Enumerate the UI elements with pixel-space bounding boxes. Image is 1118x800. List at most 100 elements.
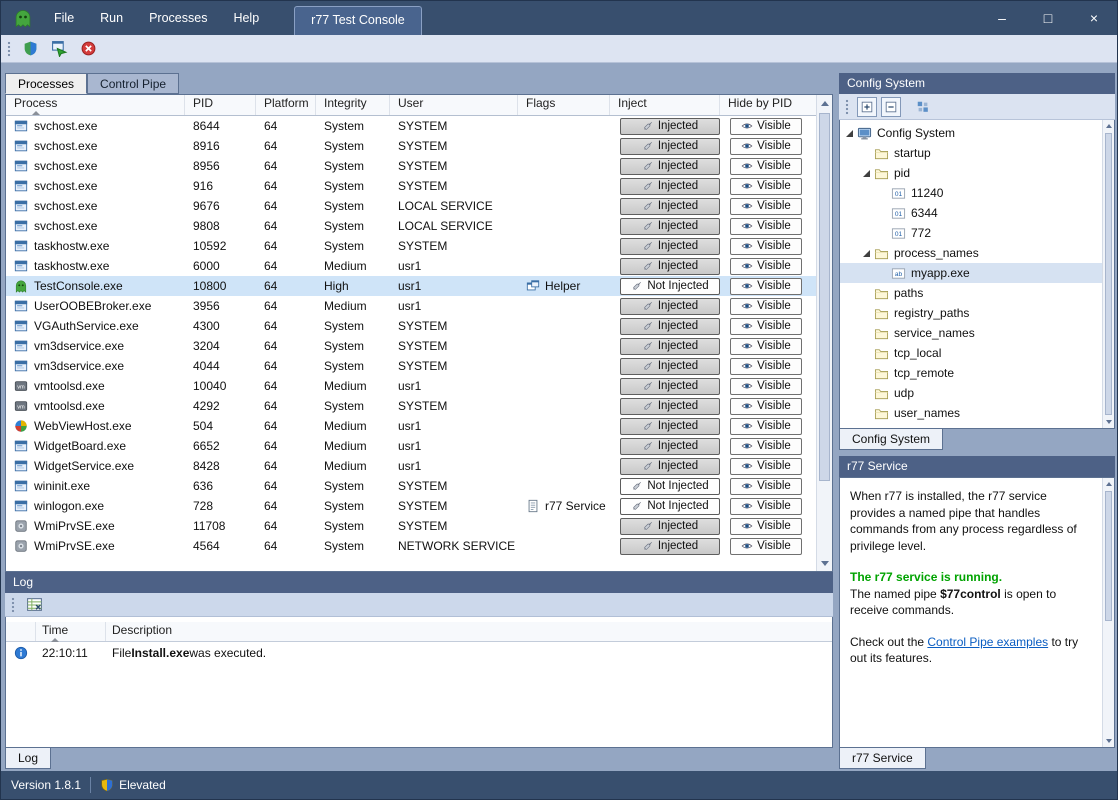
toolbar-grip[interactable] (11, 597, 15, 613)
column-header-pid[interactable]: PID (185, 95, 256, 115)
run-icon[interactable] (48, 37, 71, 60)
scroll-down-icon[interactable] (1103, 416, 1114, 428)
service-panel-scrollbar[interactable] (1102, 478, 1114, 747)
process-table-scrollbar[interactable] (816, 95, 832, 571)
tree-item-user-names[interactable]: user_names (840, 403, 1102, 423)
inject-toggle-button[interactable]: Injected (620, 118, 720, 135)
toolbar-grip[interactable] (7, 41, 11, 57)
toolbar-grip[interactable] (845, 99, 849, 115)
hide-by-pid-button[interactable]: Visible (730, 478, 802, 495)
process-row[interactable]: svchost.exe 9808 64 System LOCAL SERVICE… (6, 216, 816, 236)
process-row[interactable]: vmvmtoolsd.exe 4292 64 System SYSTEM Inj… (6, 396, 816, 416)
scroll-thumb[interactable] (819, 113, 830, 481)
column-header-hide-by-pid[interactable]: Hide by PID (720, 95, 816, 115)
scroll-up-icon[interactable] (817, 95, 832, 111)
column-header-platform[interactable]: Platform (256, 95, 316, 115)
process-row[interactable]: WmiPrvSE.exe 4564 64 System NETWORK SERV… (6, 536, 816, 556)
tree-item-6344[interactable]: 016344 (840, 203, 1102, 223)
inject-toggle-button[interactable]: Injected (620, 458, 720, 475)
hide-by-pid-button[interactable]: Visible (730, 438, 802, 455)
expand-all-icon[interactable] (857, 97, 877, 117)
refresh-icon[interactable] (913, 97, 933, 117)
process-row[interactable]: svchost.exe 9676 64 System LOCAL SERVICE… (6, 196, 816, 216)
hide-by-pid-button[interactable]: Visible (730, 118, 802, 135)
process-row[interactable]: svchost.exe 8916 64 System SYSTEM Inject… (6, 136, 816, 156)
scroll-up-icon[interactable] (1103, 478, 1114, 490)
hide-by-pid-button[interactable]: Visible (730, 418, 802, 435)
tree-item-process-names[interactable]: process_names (840, 243, 1102, 263)
hide-by-pid-button[interactable]: Visible (730, 518, 802, 535)
inject-toggle-button[interactable]: Injected (620, 318, 720, 335)
process-row[interactable]: WmiPrvSE.exe 11708 64 System SYSTEM Inje… (6, 516, 816, 536)
hide-by-pid-button[interactable]: Visible (730, 278, 802, 295)
titlebar-document-tab[interactable]: r77 Test Console (294, 6, 422, 35)
menu-help[interactable]: Help (220, 1, 272, 35)
close-button[interactable]: × (1071, 1, 1117, 35)
process-row[interactable]: svchost.exe 8956 64 System SYSTEM Inject… (6, 156, 816, 176)
maximize-button[interactable]: □ (1025, 1, 1071, 35)
hide-by-pid-button[interactable]: Visible (730, 238, 802, 255)
inject-toggle-button[interactable]: Injected (620, 238, 720, 255)
inject-toggle-button[interactable]: Injected (620, 178, 720, 195)
process-row[interactable]: WidgetService.exe 8428 64 Medium usr1 In… (6, 456, 816, 476)
minimize-button[interactable]: – (979, 1, 1025, 35)
export-log-icon[interactable] (23, 593, 46, 616)
inject-toggle-button[interactable]: Injected (620, 258, 720, 275)
menu-run[interactable]: Run (87, 1, 136, 35)
process-row[interactable]: vm3dservice.exe 4044 64 System SYSTEM In… (6, 356, 816, 376)
hide-by-pid-button[interactable]: Visible (730, 158, 802, 175)
tree-item-service-names[interactable]: service_names (840, 323, 1102, 343)
hide-by-pid-button[interactable]: Visible (730, 138, 802, 155)
inject-toggle-button[interactable]: Injected (620, 298, 720, 315)
process-row[interactable]: UserOOBEBroker.exe 3956 64 Medium usr1 I… (6, 296, 816, 316)
hide-by-pid-button[interactable]: Visible (730, 218, 802, 235)
hide-by-pid-button[interactable]: Visible (730, 318, 802, 335)
inject-toggle-button[interactable]: Not Injected (620, 498, 720, 515)
hide-by-pid-button[interactable]: Visible (730, 298, 802, 315)
tree-item-udp[interactable]: udp (840, 383, 1102, 403)
inject-toggle-button[interactable]: Injected (620, 358, 720, 375)
hide-by-pid-button[interactable]: Visible (730, 378, 802, 395)
tab-log[interactable]: Log (5, 748, 51, 769)
inject-toggle-button[interactable]: Not Injected (620, 478, 720, 495)
column-header-description[interactable]: Description (106, 622, 832, 641)
process-row[interactable]: TestConsole.exe 10800 64 High usr1 Helpe… (6, 276, 816, 296)
expander-expanded-icon[interactable] (863, 250, 870, 257)
tree-item-11240[interactable]: 0111240 (840, 183, 1102, 203)
scroll-up-icon[interactable] (1103, 120, 1114, 132)
inject-toggle-button[interactable]: Injected (620, 438, 720, 455)
hide-by-pid-button[interactable]: Visible (730, 338, 802, 355)
column-header-time[interactable]: Time (36, 622, 106, 641)
scroll-thumb[interactable] (1105, 491, 1112, 621)
process-row[interactable]: taskhostw.exe 10592 64 System SYSTEM Inj… (6, 236, 816, 256)
hide-by-pid-button[interactable]: Visible (730, 498, 802, 515)
stop-icon[interactable] (77, 37, 100, 60)
tab-control-pipe[interactable]: Control Pipe (87, 73, 179, 94)
inject-toggle-button[interactable]: Injected (620, 538, 720, 555)
inject-toggle-button[interactable]: Injected (620, 138, 720, 155)
column-header-user[interactable]: User (390, 95, 518, 115)
process-row[interactable]: WidgetBoard.exe 6652 64 Medium usr1 Inje… (6, 436, 816, 456)
tab-r77-service[interactable]: r77 Service (839, 748, 926, 769)
process-row[interactable]: vmvmtoolsd.exe 10040 64 Medium usr1 Inje… (6, 376, 816, 396)
inject-toggle-button[interactable]: Injected (620, 218, 720, 235)
hide-by-pid-button[interactable]: Visible (730, 398, 802, 415)
tree-item-startup[interactable]: startup (840, 143, 1102, 163)
inject-toggle-button[interactable]: Injected (620, 198, 720, 215)
process-row[interactable]: VGAuthService.exe 4300 64 System SYSTEM … (6, 316, 816, 336)
process-row[interactable]: WebViewHost.exe 504 64 Medium usr1 Injec… (6, 416, 816, 436)
hide-by-pid-button[interactable]: Visible (730, 358, 802, 375)
inject-toggle-button[interactable]: Injected (620, 158, 720, 175)
tree-item-pid[interactable]: pid (840, 163, 1102, 183)
inject-toggle-button[interactable]: Injected (620, 518, 720, 535)
inject-toggle-button[interactable]: Injected (620, 398, 720, 415)
hide-by-pid-button[interactable]: Visible (730, 198, 802, 215)
process-row[interactable]: vm3dservice.exe 3204 64 System SYSTEM In… (6, 336, 816, 356)
inject-toggle-button[interactable]: Injected (620, 338, 720, 355)
process-row[interactable]: svchost.exe 8644 64 System SYSTEM Inject… (6, 116, 816, 136)
menu-processes[interactable]: Processes (136, 1, 220, 35)
tab-processes[interactable]: Processes (5, 73, 87, 94)
tree-item-paths[interactable]: paths (840, 283, 1102, 303)
hide-by-pid-button[interactable]: Visible (730, 458, 802, 475)
tree-item-registry-paths[interactable]: registry_paths (840, 303, 1102, 323)
